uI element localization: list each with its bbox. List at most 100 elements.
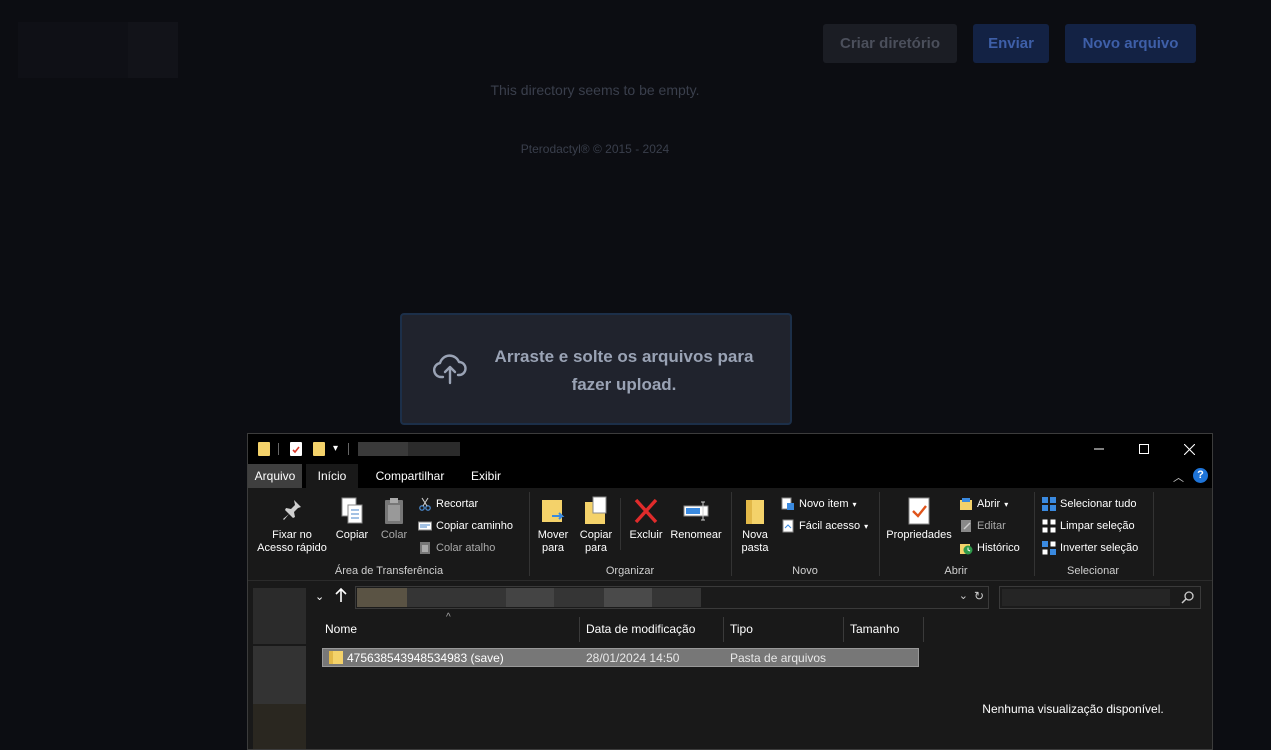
new-item-button[interactable]: Novo item ▾ <box>781 495 857 513</box>
site-logo-part <box>128 22 178 78</box>
history-button[interactable]: Histórico <box>959 539 1020 557</box>
column-divider[interactable] <box>923 617 924 642</box>
paste-label: Colar <box>380 529 408 541</box>
quick-access-dropdown-icon[interactable]: ▾ <box>333 443 338 454</box>
clipboard-group-label: Área de Transferência <box>334 565 444 577</box>
paste-button[interactable]: Colar <box>376 496 412 542</box>
copy-label: Copiar <box>335 529 369 541</box>
copy-path-label: Copiar caminho <box>436 520 514 532</box>
properties-button[interactable]: Propriedades <box>884 496 954 542</box>
address-segment <box>357 588 407 607</box>
invert-selection-button[interactable]: Inverter seleção <box>1042 539 1138 557</box>
select-all-icon <box>1042 497 1056 511</box>
divider <box>348 443 349 455</box>
select-all-label: Selecionar tudo <box>1060 498 1137 510</box>
edit-icon <box>961 520 971 532</box>
group-separator <box>1153 492 1154 576</box>
move-to-label: Mover para <box>537 529 569 554</box>
nav-item[interactable] <box>253 646 306 704</box>
column-divider[interactable] <box>579 617 580 642</box>
copy-to-button[interactable]: Copiar para <box>576 496 616 555</box>
rename-icon <box>683 496 709 526</box>
history-icon <box>960 544 973 555</box>
footer-copyright: Pterodactyl® © 2015 - 2024 <box>520 142 670 156</box>
tab-inicio[interactable]: Início <box>306 464 358 488</box>
select-all-button[interactable]: Selecionar tudo <box>1042 495 1136 513</box>
properties-label: Propriedades <box>886 529 952 541</box>
cut-label: Recortar <box>436 498 479 510</box>
nav-item[interactable] <box>253 588 306 644</box>
group-separator <box>879 492 880 576</box>
create-directory-button[interactable]: Criar diretório <box>823 24 957 63</box>
file-list[interactable] <box>306 616 934 749</box>
copy-path-button[interactable]: Copiar caminho <box>418 517 513 535</box>
column-header-type[interactable]: Tipo <box>730 622 753 636</box>
delete-button[interactable]: Excluir <box>626 496 666 542</box>
folder-icon <box>329 651 343 664</box>
preview-pane <box>934 616 1212 749</box>
pin-icon <box>279 496 305 526</box>
upload-button[interactable]: Enviar <box>973 24 1049 63</box>
open-label: Abrir <box>977 498 1001 510</box>
organize-group-label: Organizar <box>605 565 655 577</box>
properties-quick-icon[interactable] <box>290 442 302 456</box>
refresh-icon[interactable]: ↻ <box>974 589 984 603</box>
table-row[interactable]: 475638543948534983 (save) 28/01/2024 14:… <box>322 648 919 667</box>
copy-to-label: Copiar para <box>579 529 613 554</box>
file-type: Pasta de arquivos <box>730 651 827 665</box>
address-bar[interactable]: ⌄ ↻ <box>355 586 989 609</box>
rename-button[interactable]: Renomear <box>668 496 724 542</box>
search-input[interactable] <box>999 586 1201 609</box>
column-divider[interactable] <box>723 617 724 642</box>
easy-access-button[interactable]: Fácil acesso ▾ <box>781 517 868 535</box>
dropzone-text: Arraste e solte os arquivos para fazer u… <box>494 347 754 394</box>
copy-icon <box>339 496 365 526</box>
tab-compartilhar[interactable]: Compartilhar <box>370 464 450 488</box>
select-group-label: Selecionar <box>1067 565 1119 577</box>
upload-dropzone[interactable]: Arraste e solte os arquivos para fazer u… <box>400 313 792 425</box>
tab-exibir[interactable]: Exibir <box>466 464 506 488</box>
open-button[interactable]: Abrir ▾ <box>959 495 1008 513</box>
address-dropdown-icon[interactable]: ⌄ <box>959 589 968 602</box>
new-folder-button[interactable]: Nova pasta <box>736 496 774 555</box>
maximize-button[interactable] <box>1121 434 1167 464</box>
folder-icon <box>258 442 270 456</box>
minimize-button[interactable] <box>1076 434 1122 464</box>
group-separator <box>529 492 530 576</box>
column-header-size[interactable]: Tamanho <box>850 622 899 636</box>
file-modified: 28/01/2024 14:50 <box>586 651 680 665</box>
file-name: 475638543948534983 (save) <box>347 651 504 665</box>
divider <box>278 443 279 455</box>
recent-locations-icon[interactable]: ⌄ <box>315 590 324 603</box>
collapse-ribbon-icon[interactable]: ︿ <box>1173 469 1184 485</box>
cut-button[interactable]: Recortar <box>418 495 478 513</box>
up-arrow-icon[interactable] <box>334 587 348 608</box>
copy-button[interactable]: Copiar <box>332 496 372 542</box>
paste-shortcut-button[interactable]: Colar atalho <box>418 539 495 557</box>
chevron-down-icon: ▾ <box>864 521 869 531</box>
move-to-button[interactable]: Mover para <box>534 496 572 555</box>
new-file-button[interactable]: Novo arquivo <box>1065 24 1196 63</box>
navigation-pane[interactable] <box>253 588 306 749</box>
address-segment <box>604 588 652 607</box>
edit-button[interactable]: Editar <box>959 517 1006 535</box>
new-folder-quick-icon[interactable] <box>313 442 325 456</box>
new-item-label: Novo item <box>799 498 849 510</box>
close-button[interactable] <box>1166 434 1212 464</box>
delete-icon <box>633 496 659 526</box>
column-header-name[interactable]: Nome <box>325 622 357 636</box>
search-field-area <box>1002 589 1170 606</box>
invert-selection-label: Inverter seleção <box>1060 542 1139 554</box>
paste-icon <box>381 496 407 526</box>
rename-label: Renomear <box>670 529 722 541</box>
empty-directory-message: This directory seems to be empty. <box>490 82 700 98</box>
tab-arquivo[interactable]: Arquivo <box>248 464 302 488</box>
column-header-modified[interactable]: Data de modificação <box>586 622 695 636</box>
select-none-button[interactable]: Limpar seleção <box>1042 517 1135 535</box>
cloud-upload-icon <box>432 354 467 385</box>
column-divider[interactable] <box>843 617 844 642</box>
nav-item[interactable] <box>253 704 306 749</box>
pin-quick-access-button[interactable]: Fixar no Acesso rápido <box>254 496 330 555</box>
address-segment <box>506 588 554 607</box>
help-icon[interactable]: ? <box>1193 468 1208 483</box>
